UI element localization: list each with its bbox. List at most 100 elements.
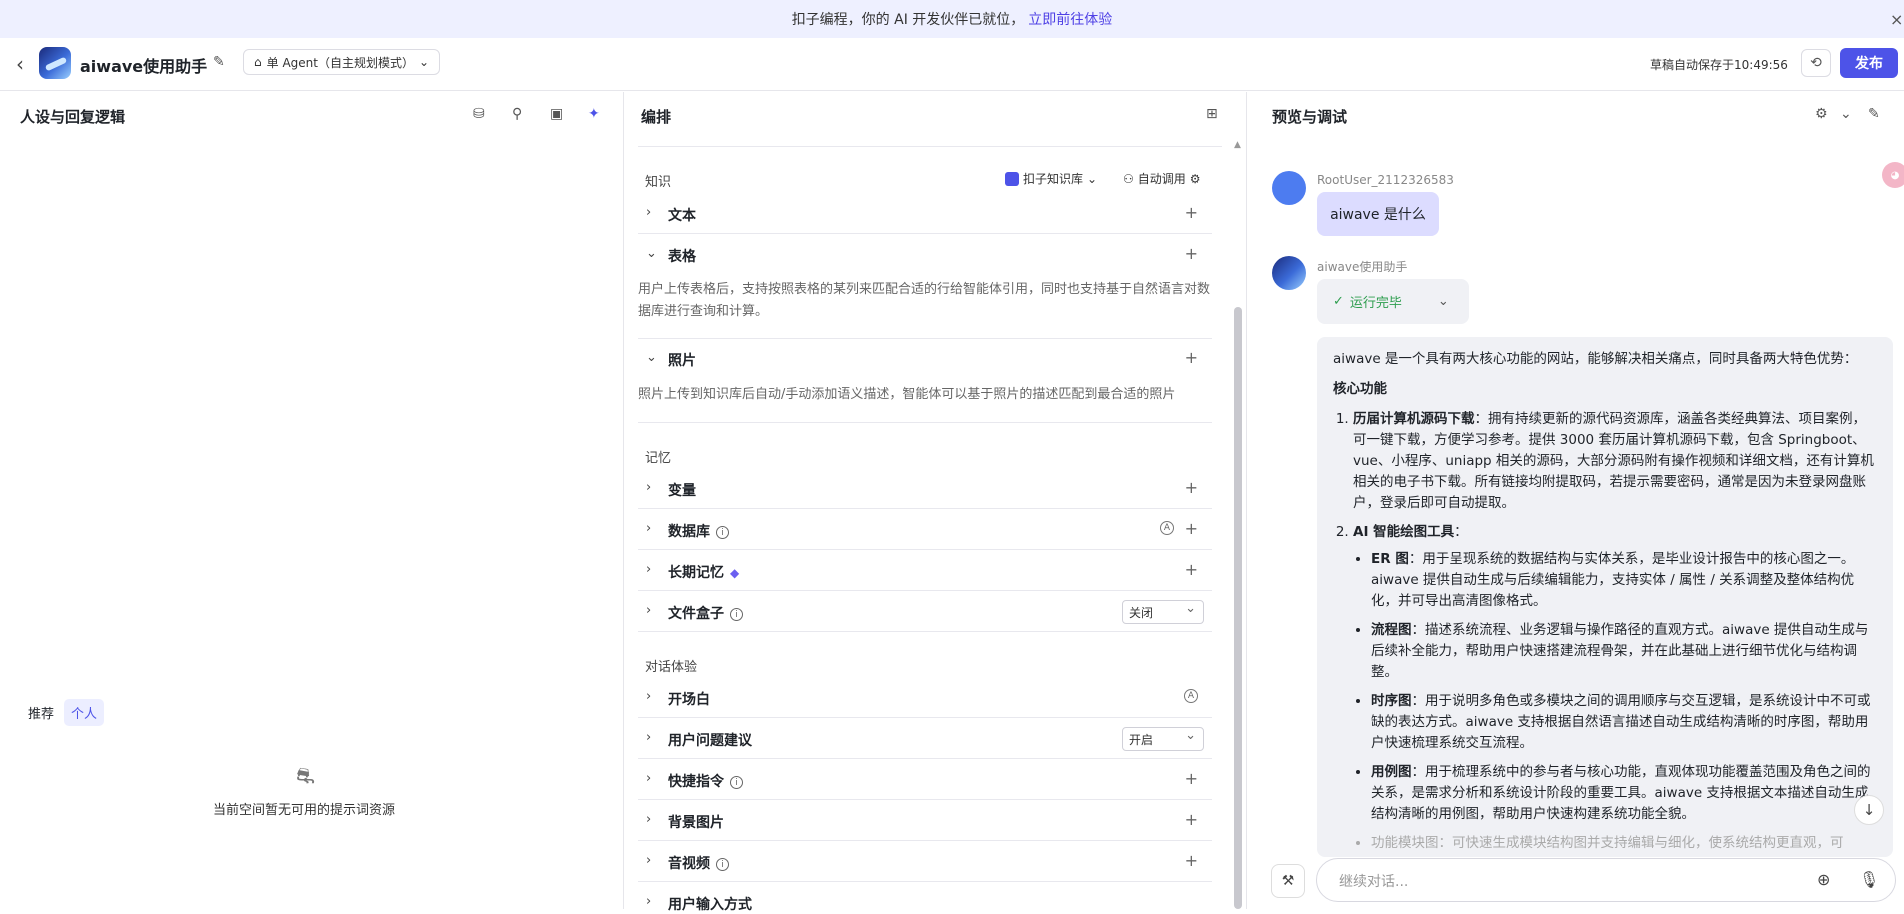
row-table[interactable]: ⌄ 表格 +	[638, 235, 1212, 275]
chevron-down-icon: ⌄	[1437, 294, 1449, 309]
chevron-right-icon: ›	[646, 603, 652, 618]
grid-icon[interactable]: ⊞	[1206, 106, 1218, 122]
user-avatar	[1272, 171, 1306, 205]
chevron-right-icon: ›	[646, 521, 652, 536]
chevron-right-icon: ›	[646, 689, 652, 704]
row-shortcuts[interactable]: › 快捷指令 i +	[638, 760, 1212, 800]
suggestions-select[interactable]: 开启	[1122, 727, 1204, 751]
toolbox-button[interactable]: ⚒	[1271, 864, 1305, 898]
empty-text: 当前空间暂无可用的提示词资源	[213, 803, 396, 818]
scroll-down-button[interactable]: ↓	[1854, 795, 1884, 825]
info-icon[interactable]: i	[730, 776, 743, 789]
row-text[interactable]: › 文本 +	[638, 194, 1212, 234]
knowledge-base-button[interactable]: 扣子知识库 ⌄	[1005, 170, 1097, 187]
tab-personal[interactable]: 个人	[64, 699, 105, 726]
publish-button[interactable]: 发布	[1840, 48, 1898, 78]
sub-title: 时序图	[1371, 693, 1412, 709]
list-item: 功能模块图：可快速生成模块结构图并支持编辑与细化，使系统结构更直观，可	[1371, 833, 1877, 854]
agent-icon: ⌂	[254, 55, 262, 69]
edit-icon[interactable]: ✎	[213, 54, 225, 70]
row-label: 快捷指令	[668, 774, 724, 790]
add-icon[interactable]: +	[1185, 348, 1198, 367]
info-icon[interactable]: i	[730, 608, 743, 621]
sub-title: 用例图	[1371, 764, 1412, 780]
row-file-box[interactable]: › 文件盒子 i 关闭	[638, 592, 1212, 632]
row-label: 音视频	[668, 856, 710, 872]
floating-assistant-avatar[interactable]: ◕	[1882, 162, 1904, 188]
row-long-term-memory[interactable]: › 长期记忆 ◆ +	[638, 551, 1212, 591]
row-photo[interactable]: ⌄ 照片 +	[638, 339, 1212, 379]
auto-icon: A	[1160, 521, 1174, 535]
chevron-down-icon[interactable]: ⌄	[1840, 106, 1852, 122]
row-input-mode[interactable]: › 用户输入方式	[638, 883, 1212, 913]
list-item: 用例图：用于梳理系统中的参与者与核心功能，直观体现功能覆盖范围及角色之间的关系，…	[1371, 762, 1877, 825]
prompt-tabs: 推荐 个人	[28, 699, 105, 726]
app-name: aiwave使用助手	[80, 57, 208, 76]
add-icon[interactable]: +	[1185, 519, 1198, 538]
prompt-library-icon[interactable]: ⛁	[473, 106, 485, 122]
add-icon[interactable]: +	[1185, 851, 1198, 870]
auto-invoke-label: 自动调用	[1137, 172, 1186, 186]
row-variable[interactable]: › 变量 +	[638, 469, 1212, 509]
autosave-status: 草稿自动保存于10:49:56	[1650, 58, 1788, 72]
row-suggestions[interactable]: › 用户问题建议 开启	[638, 719, 1212, 759]
user-name: RootUser_2112326583	[1317, 173, 1454, 187]
auto-invoke-button[interactable]: ⚇ 自动调用 ⚙	[1123, 170, 1201, 187]
optimize-icon[interactable]: ✦	[588, 106, 600, 122]
close-icon[interactable]: ×	[1890, 10, 1904, 29]
chevron-down-icon: ⌄	[646, 350, 657, 365]
add-icon[interactable]: +	[1185, 203, 1198, 222]
run-status[interactable]: ✓ 运行完毕 ⌄	[1317, 279, 1469, 324]
table-description: 用户上传表格后，支持按照表格的某列来匹配合适的行给智能体引用，同时也支持基于自然…	[638, 282, 1211, 319]
sub-text: ：用于说明多角色或多模块之间的调用顺序与交互逻辑，是系统设计中不可或缺的表达方式…	[1371, 693, 1871, 751]
history-icon: ⟲	[1810, 55, 1822, 71]
info-icon[interactable]: i	[716, 858, 729, 871]
chevron-right-icon: ›	[646, 730, 652, 745]
sub-text: ：用于呈现系统的数据结构与实体关系，是毕业设计报告中的核心图之一。aiwave …	[1371, 551, 1855, 609]
item-title: 历届计算机源码下载	[1353, 411, 1475, 427]
scroll-thumb[interactable]	[1234, 307, 1242, 909]
promo-banner: 扣子编程，你的 AI 开发伙伴已就位， 立即前往体验 ×	[0, 0, 1904, 38]
knowledge-section-label: 知识	[645, 175, 672, 190]
tips-icon[interactable]: ⚲	[512, 106, 522, 122]
row-background[interactable]: › 背景图片 +	[638, 801, 1212, 841]
add-icon[interactable]: +	[1185, 478, 1198, 497]
debug-icon[interactable]: ⚙	[1815, 106, 1828, 122]
add-attachment-icon[interactable]: ⊕	[1817, 870, 1830, 889]
sub-text: ：描述系统流程、业务逻辑与操作路径的直观方式。aiwave 提供自动生成与后续补…	[1371, 622, 1869, 680]
row-database[interactable]: › 数据库 i A +	[638, 510, 1212, 550]
persona-panel: 人设与回复逻辑 ⛁ ⚲ ▣ ✦ 推荐 个人 ⛐ 当前空间暂无可用的提示词资源	[0, 92, 624, 909]
row-opening[interactable]: › 开场白 A	[638, 678, 1212, 718]
gear-icon: ⚙	[1189, 171, 1201, 186]
row-av[interactable]: › 音视频 i +	[638, 842, 1212, 882]
row-label: 长期记忆	[668, 565, 724, 581]
photo-description: 照片上传到知识库后自动/手动添加语义描述，智能体可以基于照片的描述匹配到最合适的…	[638, 387, 1176, 402]
chevron-right-icon: ›	[646, 205, 652, 220]
premium-diamond-icon: ◆	[730, 566, 740, 580]
tab-recommend[interactable]: 推荐	[28, 703, 54, 722]
list-item: ER 图：用于呈现系统的数据结构与实体关系，是毕业设计报告中的核心图之一。aiw…	[1371, 549, 1877, 612]
add-icon[interactable]: +	[1185, 560, 1198, 579]
bot-name: aiwave使用助手	[1317, 260, 1408, 274]
back-icon[interactable]: ‹	[16, 52, 24, 76]
banner-text: 扣子编程，你的 AI 开发伙伴已就位，	[791, 12, 1025, 28]
agent-mode-select[interactable]: ⌂ 单 Agent（自主规划模式） ⌄	[243, 49, 441, 75]
add-icon[interactable]: +	[1185, 244, 1198, 263]
orchestration-scrollbar[interactable]: ▲	[1234, 140, 1242, 909]
wrench-icon[interactable]: ✎	[1868, 106, 1880, 122]
add-icon[interactable]: +	[1185, 810, 1198, 829]
chat-input-placeholder: 继续对话...	[1339, 874, 1409, 890]
file-box-select[interactable]: 关闭	[1122, 600, 1204, 624]
banner-link[interactable]: 立即前往体验	[1028, 9, 1112, 29]
list-item: 时序图：用于说明多角色或多模块之间的调用顺序与交互逻辑，是系统设计中不可或缺的表…	[1371, 691, 1877, 754]
scroll-up-icon[interactable]: ▲	[1234, 140, 1241, 150]
user-message: aiwave 是什么	[1317, 192, 1439, 236]
microphone-icon[interactable]: 🎙	[1859, 870, 1879, 889]
add-icon[interactable]: +	[1185, 769, 1198, 788]
history-button[interactable]: ⟲	[1801, 49, 1831, 77]
chat-input[interactable]: 继续对话... ⊕ 🎙	[1316, 858, 1896, 902]
info-icon[interactable]: i	[716, 526, 729, 539]
memory-section-label: 记忆	[645, 451, 672, 466]
bot-answer: aiwave 是一个具有两大核心功能的网站，能够解决相关痛点，同时具备两大特色优…	[1317, 337, 1893, 857]
compare-icon[interactable]: ▣	[550, 106, 563, 122]
